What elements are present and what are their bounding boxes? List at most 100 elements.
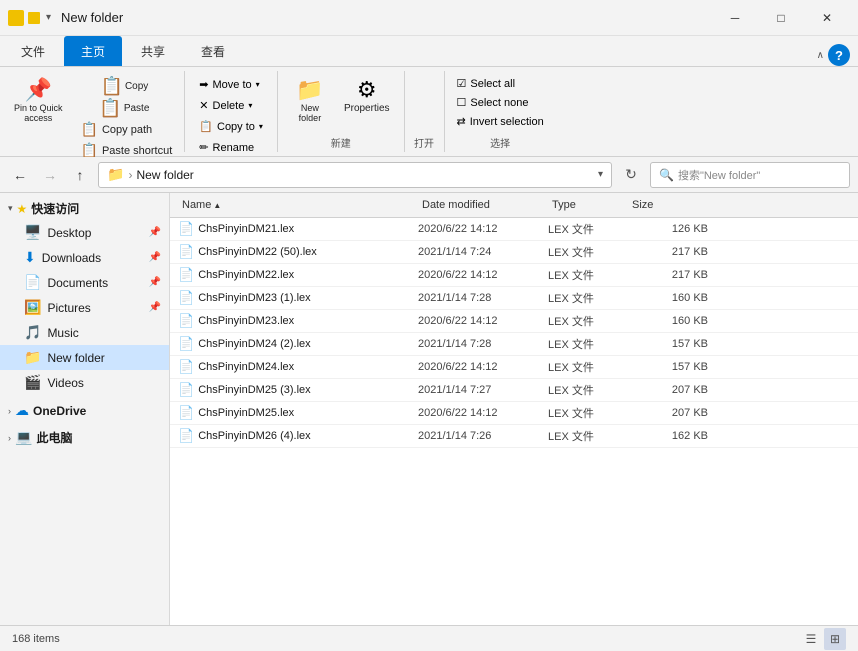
onedrive-header[interactable]: › ☁ OneDrive: [0, 399, 169, 422]
invert-selection-button[interactable]: ⇄ Invert selection: [453, 113, 548, 130]
copy-button[interactable]: 📋 Copy: [73, 75, 177, 97]
new-folder-button[interactable]: 📁 Newfolder: [286, 75, 334, 127]
copy-to-button[interactable]: 📋 Copy to ▾: [193, 117, 269, 136]
table-row[interactable]: 📄 ChsPinyinDM22 (50).lex 2021/1/14 7:24 …: [170, 241, 858, 264]
sidebar-item-videos[interactable]: 🎬 Videos: [0, 370, 169, 395]
delete-button[interactable]: ✕ Delete ▾: [193, 96, 269, 115]
thispc-header[interactable]: › 💻 此电脑: [0, 426, 169, 449]
file-type: LEX 文件: [548, 221, 628, 237]
ribbon-group-select: ☑ Select all ☐ Select none ⇄ Invert sele…: [445, 71, 556, 152]
maximize-button[interactable]: □: [758, 2, 804, 34]
pin-to-quick-access-button[interactable]: 📌 Pin to Quickaccess: [8, 75, 69, 127]
table-row[interactable]: 📄 ChsPinyinDM22.lex 2020/6/22 14:12 LEX …: [170, 264, 858, 287]
tab-home[interactable]: 主页: [64, 36, 122, 66]
copy-to-label: Copy to: [217, 121, 255, 133]
file-type: LEX 文件: [548, 405, 628, 421]
thispc-chevron: ›: [8, 433, 11, 443]
minimize-button[interactable]: ─: [712, 2, 758, 34]
paste-label: Paste: [124, 103, 150, 114]
videos-icon: 🎬: [24, 374, 41, 391]
column-header-name[interactable]: Name ▲: [178, 197, 418, 213]
column-header-date[interactable]: Date modified: [418, 197, 548, 213]
file-date: 2021/1/14 7:28: [418, 292, 548, 304]
table-row[interactable]: 📄 ChsPinyinDM24.lex 2020/6/22 14:12 LEX …: [170, 356, 858, 379]
refresh-button[interactable]: ↻: [618, 162, 644, 188]
onedrive-section: › ☁ OneDrive: [0, 399, 169, 422]
properties-button[interactable]: ⚙ Properties: [338, 75, 396, 118]
close-button[interactable]: ✕: [804, 2, 850, 34]
paste-button[interactable]: 📋 Paste: [73, 97, 177, 119]
file-size: 160 KB: [628, 315, 708, 327]
back-button[interactable]: ←: [8, 163, 32, 187]
tab-file[interactable]: 文件: [4, 36, 62, 66]
column-header-type[interactable]: Type: [548, 197, 628, 213]
file-date: 2020/6/22 14:12: [418, 315, 548, 327]
table-row[interactable]: 📄 ChsPinyinDM25.lex 2020/6/22 14:12 LEX …: [170, 402, 858, 425]
file-name: ChsPinyinDM23.lex: [198, 315, 294, 327]
sidebar-item-pictures[interactable]: 🖼️ Pictures 📌: [0, 295, 169, 320]
forward-button[interactable]: →: [38, 163, 62, 187]
move-to-button[interactable]: ➡ Move to ▾: [193, 75, 269, 94]
pictures-icon: 🖼️: [24, 299, 41, 316]
desktop-label: Desktop: [47, 226, 142, 240]
list-view-button[interactable]: ☰: [800, 628, 822, 650]
documents-icon: 📄: [24, 274, 41, 291]
table-row[interactable]: 📄 ChsPinyinDM24 (2).lex 2021/1/14 7:28 L…: [170, 333, 858, 356]
sidebar-item-documents[interactable]: 📄 Documents 📌: [0, 270, 169, 295]
copy-icon: 📋: [101, 77, 123, 95]
file-size: 217 KB: [628, 269, 708, 281]
sidebar-item-downloads[interactable]: ⬇ Downloads 📌: [0, 245, 169, 270]
tab-share[interactable]: 共享: [124, 36, 182, 66]
select-none-button[interactable]: ☐ Select none: [453, 94, 548, 111]
copy-label: Copy: [125, 81, 148, 92]
copy-path-button[interactable]: 📋 Copy path: [77, 119, 177, 140]
ribbon-group-new: 📁 Newfolder ⚙ Properties 新建: [278, 71, 405, 152]
file-type: LEX 文件: [548, 382, 628, 398]
file-icon: 📄: [178, 359, 194, 375]
new-group-label: 新建: [286, 135, 396, 152]
chevron-up-icon[interactable]: ∧: [817, 50, 824, 61]
rename-button[interactable]: ✏ Rename: [193, 138, 269, 157]
copy-to-icon: 📋: [199, 120, 213, 133]
column-header-size[interactable]: Size: [628, 197, 708, 213]
pictures-pin-icon: 📌: [149, 302, 161, 313]
file-icon: 📄: [178, 290, 194, 306]
grid-view-button[interactable]: ⊞: [824, 628, 846, 650]
file-type: LEX 文件: [548, 267, 628, 283]
table-row[interactable]: 📄 ChsPinyinDM23.lex 2020/6/22 14:12 LEX …: [170, 310, 858, 333]
documents-pin-icon: 📌: [149, 277, 161, 288]
table-row[interactable]: 📄 ChsPinyinDM26 (4).lex 2021/1/14 7:26 L…: [170, 425, 858, 448]
address-dropdown-icon[interactable]: ▾: [598, 169, 603, 180]
sidebar-item-music[interactable]: 🎵 Music: [0, 320, 169, 345]
file-name: ChsPinyinDM26 (4).lex: [198, 430, 310, 442]
file-date: 2021/1/14 7:24: [418, 246, 548, 258]
quick-access-header[interactable]: ▾ ★ 快速访问: [0, 197, 169, 220]
file-date: 2020/6/22 14:12: [418, 223, 548, 235]
up-button[interactable]: ↑: [68, 163, 92, 187]
select-none-icon: ☐: [457, 96, 467, 109]
sidebar-item-desktop[interactable]: 🖥️ Desktop 📌: [0, 220, 169, 245]
file-icon: 📄: [178, 336, 194, 352]
table-row[interactable]: 📄 ChsPinyinDM23 (1).lex 2021/1/14 7:28 L…: [170, 287, 858, 310]
column-date-label: Date modified: [422, 199, 490, 211]
copy-path-label: Copy path: [102, 124, 152, 136]
file-type: LEX 文件: [548, 244, 628, 260]
open-group-label: 打开: [413, 135, 436, 152]
organize-content: ➡ Move to ▾ ✕ Delete ▾ 📋 Copy to ▾ ✏ Ren…: [193, 71, 269, 157]
select-all-button[interactable]: ☑ Select all: [453, 75, 548, 92]
search-bar[interactable]: 🔍 搜索"New folder": [650, 162, 850, 188]
copy-path-icon: 📋: [81, 121, 98, 138]
new-content: 📁 Newfolder ⚙ Properties: [286, 71, 396, 127]
file-name: ChsPinyinDM25.lex: [198, 407, 294, 419]
table-row[interactable]: 📄 ChsPinyinDM25 (3).lex 2021/1/14 7:27 L…: [170, 379, 858, 402]
table-row[interactable]: 📄 ChsPinyinDM21.lex 2020/6/22 14:12 LEX …: [170, 218, 858, 241]
tab-view[interactable]: 查看: [184, 36, 242, 66]
file-size: 162 KB: [628, 430, 708, 442]
help-button[interactable]: ?: [828, 44, 850, 66]
address-bar[interactable]: 📁 › New folder ▾: [98, 162, 612, 188]
column-size-label: Size: [632, 199, 653, 211]
onedrive-icon: ☁: [15, 402, 29, 419]
title-dropdown-arrow[interactable]: ▾: [46, 12, 51, 23]
file-icon: 📄: [178, 313, 194, 329]
sidebar-item-new-folder[interactable]: 📁 New folder: [0, 345, 169, 370]
